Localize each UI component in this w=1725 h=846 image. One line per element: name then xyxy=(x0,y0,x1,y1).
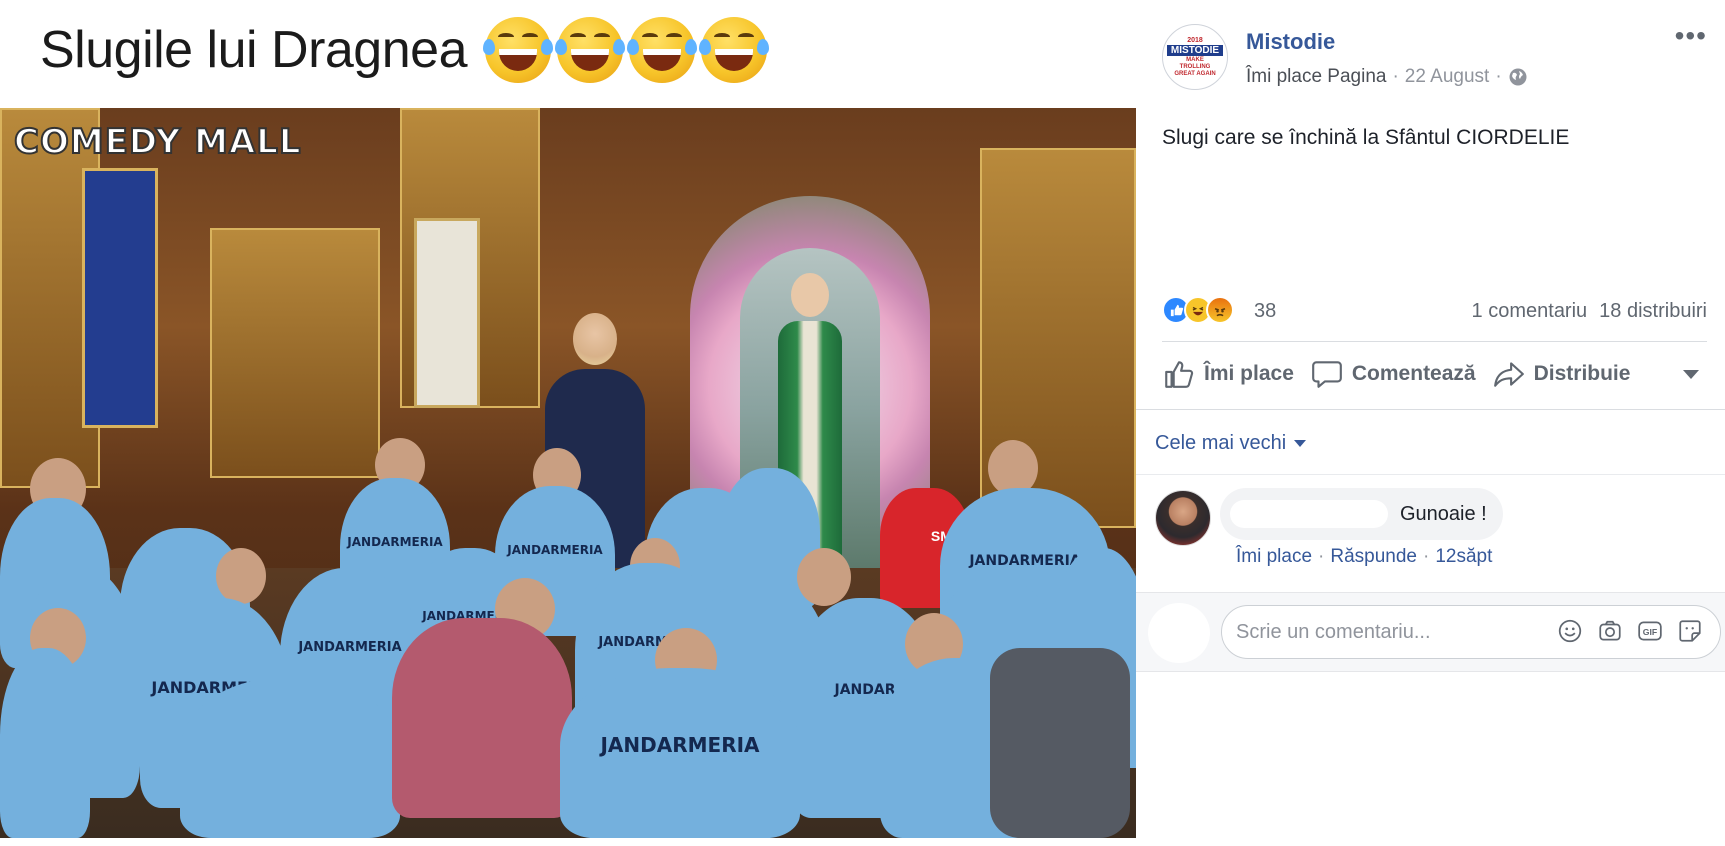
comment-actions: Îmi place · Răspunde · 12săpt xyxy=(1236,546,1493,568)
gendarme-back: JANDARMERIA xyxy=(560,668,800,838)
chevron-down-icon xyxy=(1294,440,1307,447)
engagement-counts: 1 comentariu 18 distribuiri xyxy=(1472,300,1707,323)
post-header: 2018 MISTODIE MAKE TROLLING GREAT AGAIN … xyxy=(1136,0,1725,100)
comment-timestamp-link[interactable]: 12săpt xyxy=(1435,546,1492,568)
commenter-avatar[interactable] xyxy=(1155,490,1211,546)
gendarme-back xyxy=(0,648,90,838)
shirt-label: JANDARMERIA xyxy=(507,543,603,557)
thumbs-up-icon xyxy=(1165,361,1194,388)
laughing-emoji-row xyxy=(483,17,769,83)
logo-tagline: MAKE TROLLING GREAT AGAIN xyxy=(1174,57,1216,77)
like-button[interactable]: Îmi place xyxy=(1162,357,1294,391)
laughing-emoji-icon xyxy=(627,17,697,83)
church-banner xyxy=(414,218,480,408)
church-banner xyxy=(82,168,158,428)
laughing-emoji-icon xyxy=(483,17,553,83)
post-sidebar: 2018 MISTODIE MAKE TROLLING GREAT AGAIN … xyxy=(1136,0,1725,846)
page-name-link[interactable]: Mistodie xyxy=(1246,29,1335,55)
svg-text:GIF: GIF xyxy=(1643,627,1657,637)
share-icon xyxy=(1493,362,1524,387)
comment-reply-link[interactable]: Răspunde xyxy=(1330,546,1417,568)
gendarme-back xyxy=(180,678,400,838)
comment-like-link[interactable]: Îmi place xyxy=(1236,546,1312,568)
comment-item: Gunoaie ! Îmi place · Răspunde · 12săpt xyxy=(1155,488,1715,578)
reaction-count[interactable]: 38 xyxy=(1254,300,1276,323)
angry-reaction-icon[interactable] xyxy=(1206,296,1234,324)
comment-composer: GIF xyxy=(1136,592,1725,672)
camera-icon[interactable] xyxy=(1596,617,1624,645)
comment-text: Gunoaie ! xyxy=(1400,502,1487,525)
laughing-emoji-icon xyxy=(699,17,769,83)
more-options-icon[interactable]: ••• xyxy=(1675,22,1707,50)
post-media[interactable]: Slugile lui Dragnea COMEDY MALL JANDARME… xyxy=(0,0,1136,846)
head xyxy=(797,548,851,606)
composer-icons: GIF xyxy=(1556,617,1704,645)
image-watermark: COMEDY MALL xyxy=(13,121,302,163)
backpack xyxy=(990,648,1130,838)
reaction-icons[interactable] xyxy=(1162,296,1234,324)
divider xyxy=(1162,341,1707,342)
emoji-icon[interactable] xyxy=(1556,617,1584,645)
comment-icon xyxy=(1312,361,1342,388)
shirt-label: JANDARMERIA xyxy=(600,732,760,757)
post-text: Slugi care se închină la Sfântul CIORDEL… xyxy=(1162,126,1570,149)
like-button-label: Îmi place xyxy=(1204,362,1294,385)
meta-separator: · xyxy=(1495,66,1502,87)
image-caption: Slugile lui Dragnea xyxy=(40,10,769,90)
share-count-link[interactable]: 18 distribuiri xyxy=(1599,300,1707,323)
globe-icon[interactable] xyxy=(1508,67,1528,87)
shirt-label: JANDARMERIA xyxy=(347,535,443,549)
logo-name: MISTODIE xyxy=(1167,45,1223,56)
comment-sort-label: Cele mai vechi xyxy=(1155,432,1287,454)
comment-button[interactable]: Comentează xyxy=(1310,357,1476,391)
current-user-avatar xyxy=(1148,603,1210,663)
chevron-down-icon[interactable] xyxy=(1683,369,1699,379)
church-altar-panel xyxy=(210,228,380,478)
image-caption-text: Slugile lui Dragnea xyxy=(40,21,468,79)
divider xyxy=(1136,409,1725,410)
comment-count-link[interactable]: 1 comentariu xyxy=(1472,300,1588,323)
comment-button-label: Comentează xyxy=(1351,362,1476,385)
laughing-emoji-icon xyxy=(555,17,625,83)
commenter-name-redacted[interactable] xyxy=(1230,500,1388,528)
reactions-summary: 38 1 comentariu 18 distribuiri xyxy=(1162,296,1707,328)
post-date-link[interactable]: 22 August xyxy=(1405,66,1490,88)
sticker-icon[interactable] xyxy=(1676,617,1704,645)
gif-icon[interactable]: GIF xyxy=(1636,617,1664,645)
post-actions: Îmi place Comentează Distribuie xyxy=(1162,352,1707,396)
meta-separator: · xyxy=(1392,66,1399,87)
post-meta: Îmi place Pagina · 22 August · xyxy=(1246,66,1528,88)
shirt-label: JANDARMERIA xyxy=(298,640,402,656)
share-button[interactable]: Distribuie xyxy=(1492,357,1631,391)
page-avatar[interactable]: 2018 MISTODIE MAKE TROLLING GREAT AGAIN xyxy=(1162,24,1228,90)
comment-sort-dropdown[interactable]: Cele mai vechi xyxy=(1155,432,1307,455)
like-page-link[interactable]: Îmi place Pagina xyxy=(1246,66,1386,88)
post-photo[interactable]: COMEDY MALL JANDARMERIA JANDARMERIA SMU … xyxy=(0,108,1136,838)
head xyxy=(216,548,266,604)
pink-shirt-back xyxy=(392,618,572,818)
logo-year: 2018 xyxy=(1187,37,1203,44)
divider xyxy=(1136,474,1725,475)
comment-bubble: Gunoaie ! xyxy=(1220,488,1503,540)
share-button-label: Distribuie xyxy=(1533,362,1631,385)
